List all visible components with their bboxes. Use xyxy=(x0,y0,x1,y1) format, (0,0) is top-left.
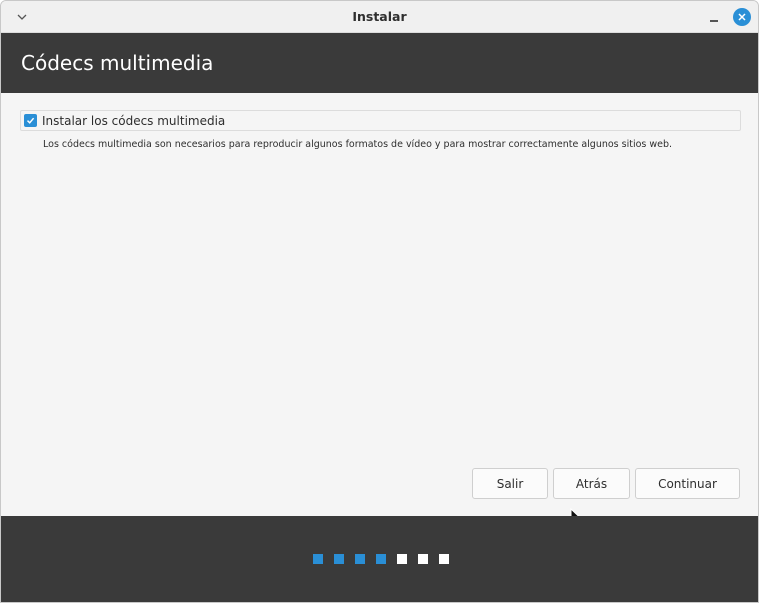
progress-step-done xyxy=(334,554,344,564)
progress-step-pending xyxy=(397,554,407,564)
install-codecs-option[interactable]: Instalar los códecs multimedia xyxy=(20,110,741,131)
header-band: Códecs multimedia xyxy=(1,33,758,93)
progress-step-done xyxy=(376,554,386,564)
minimize-icon[interactable] xyxy=(705,9,723,27)
progress-step-done xyxy=(313,554,323,564)
back-button[interactable]: Atrás xyxy=(553,468,630,499)
close-icon[interactable] xyxy=(733,8,751,26)
page-title: Códecs multimedia xyxy=(21,51,214,75)
progress-step-pending xyxy=(439,554,449,564)
progress-indicator xyxy=(313,554,449,564)
title-bar: Instalar xyxy=(1,1,758,33)
installer-window: Instalar Códecs multimedia Instalar los … xyxy=(0,0,759,603)
progress-step-pending xyxy=(418,554,428,564)
content-area: Instalar los códecs multimedia Los códec… xyxy=(1,93,758,528)
quit-button[interactable]: Salir xyxy=(472,468,548,499)
codecs-description: Los códecs multimedia son necesarios par… xyxy=(43,139,673,150)
progress-step-done xyxy=(355,554,365,564)
footer-band xyxy=(1,516,758,602)
continue-button[interactable]: Continuar xyxy=(635,468,740,499)
install-codecs-label[interactable]: Instalar los códecs multimedia xyxy=(42,114,225,128)
window-title: Instalar xyxy=(352,9,407,24)
check-icon[interactable] xyxy=(24,114,37,127)
